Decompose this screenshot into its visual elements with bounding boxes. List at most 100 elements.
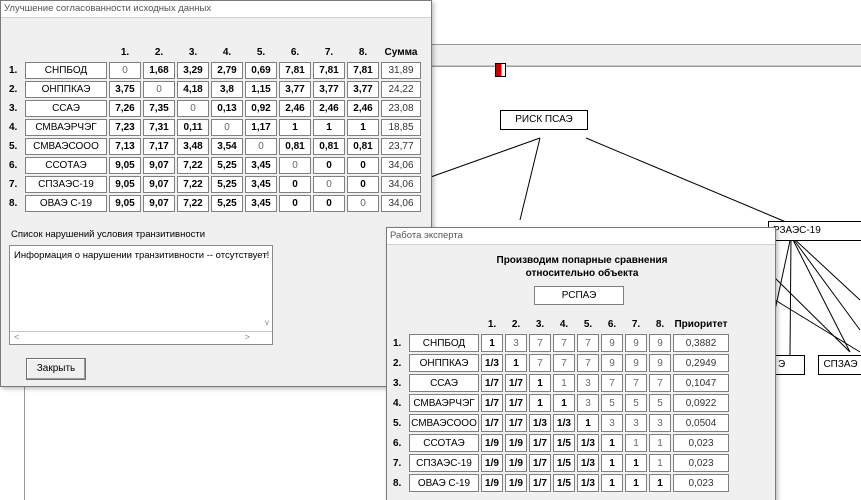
matrix-cell[interactable]: 0 [279, 195, 311, 212]
matrix-cell[interactable]: 3,77 [313, 81, 345, 98]
comparison-cell[interactable]: 3 [577, 394, 599, 412]
comparison-cell[interactable]: 1/7 [529, 434, 551, 452]
comparison-cell[interactable]: 1/9 [505, 454, 527, 472]
comparison-cell[interactable]: 1/3 [553, 414, 575, 432]
comparison-cell[interactable]: 7 [577, 354, 599, 372]
matrix-cell[interactable]: 9,05 [109, 176, 141, 193]
scroll-up-arrow-icon[interactable]: ^ [265, 252, 269, 261]
matrix-cell[interactable]: 0 [313, 176, 345, 193]
comparison-cell[interactable]: 1/7 [481, 374, 503, 392]
comparison-cell[interactable]: 1 [529, 394, 551, 412]
comparison-cell[interactable]: 1/5 [553, 434, 575, 452]
comparison-cell[interactable]: 1/9 [505, 474, 527, 492]
comparison-cell[interactable]: 9 [625, 354, 647, 372]
comparison-cell[interactable]: 7 [529, 334, 551, 352]
comparison-cell[interactable]: 1/7 [505, 414, 527, 432]
matrix-cell[interactable]: 0 [313, 157, 345, 174]
comparison-cell[interactable]: 1/7 [529, 474, 551, 492]
tree-node-bottom-partial[interactable]: Э [776, 355, 805, 375]
matrix-cell[interactable]: 0 [109, 62, 141, 79]
comparison-cell[interactable]: 7 [529, 354, 551, 372]
comparison-cell[interactable]: 5 [601, 394, 623, 412]
comparison-cell[interactable]: 1/5 [553, 454, 575, 472]
matrix-cell[interactable]: 7,17 [143, 138, 175, 155]
comparison-cell[interactable]: 1 [601, 474, 623, 492]
matrix-cell[interactable]: 0,92 [245, 100, 277, 117]
matrix-cell[interactable]: 0,69 [245, 62, 277, 79]
matrix-cell[interactable]: 5,25 [211, 176, 243, 193]
comparison-cell[interactable]: 9 [649, 334, 671, 352]
matrix-cell[interactable]: 1,68 [143, 62, 175, 79]
comparison-cell[interactable]: 1/7 [505, 374, 527, 392]
comparison-cell[interactable]: 1 [553, 374, 575, 392]
comparison-cell[interactable]: 1 [625, 434, 647, 452]
matrix-cell[interactable]: 0,81 [279, 138, 311, 155]
violations-list[interactable]: Информация о нарушении транзитивности --… [9, 245, 273, 345]
scroll-down-arrow-icon[interactable]: v [265, 318, 269, 327]
matrix-cell[interactable]: 3,45 [245, 176, 277, 193]
matrix-cell[interactable]: 1 [279, 119, 311, 136]
matrix-cell[interactable]: 0 [347, 176, 379, 193]
matrix-cell[interactable]: 9,05 [109, 195, 141, 212]
matrix-cell[interactable]: 7,81 [347, 62, 379, 79]
comparison-cell[interactable]: 7 [601, 374, 623, 392]
matrix-cell[interactable]: 0,81 [347, 138, 379, 155]
comparison-cell[interactable]: 1/9 [481, 474, 503, 492]
matrix-cell[interactable]: 7,31 [143, 119, 175, 136]
matrix-cell[interactable]: 3,45 [245, 157, 277, 174]
comparison-cell[interactable]: 1/3 [577, 474, 599, 492]
comparison-cell[interactable]: 3 [505, 334, 527, 352]
comparison-cell[interactable]: 1 [601, 434, 623, 452]
comparison-cell[interactable]: 1 [505, 354, 527, 372]
comparison-cell[interactable]: 1 [481, 334, 503, 352]
matrix-cell[interactable]: 0,81 [313, 138, 345, 155]
matrix-cell[interactable]: 7,35 [143, 100, 175, 117]
comparison-cell[interactable]: 1 [625, 474, 647, 492]
matrix-cell[interactable]: 3,54 [211, 138, 243, 155]
comparison-cell[interactable]: 1/7 [481, 394, 503, 412]
tree-node-right[interactable]: РЗАЭС-19 [768, 221, 861, 241]
comparison-cell[interactable]: 7 [553, 354, 575, 372]
comparison-cell[interactable]: 5 [625, 394, 647, 412]
matrix-cell[interactable]: 0 [177, 100, 209, 117]
comparison-cell[interactable]: 3 [649, 414, 671, 432]
matrix-cell[interactable]: 7,23 [109, 119, 141, 136]
matrix-cell[interactable]: 3,77 [347, 81, 379, 98]
comparison-cell[interactable]: 7 [577, 334, 599, 352]
comparison-cell[interactable]: 1 [577, 414, 599, 432]
matrix-cell[interactable]: 7,22 [177, 157, 209, 174]
matrix-cell[interactable]: 2,46 [313, 100, 345, 117]
comparison-cell[interactable]: 1/3 [529, 414, 551, 432]
matrix-cell[interactable]: 0 [143, 81, 175, 98]
matrix-cell[interactable]: 3,45 [245, 195, 277, 212]
tree-node-root[interactable]: РИСК ПСАЭ [500, 110, 588, 130]
comparison-cell[interactable]: 1/7 [481, 414, 503, 432]
comparison-cell[interactable]: 1/5 [553, 474, 575, 492]
comparison-cell[interactable]: 3 [577, 374, 599, 392]
matrix-cell[interactable]: 7,13 [109, 138, 141, 155]
comparison-cell[interactable]: 1 [649, 454, 671, 472]
matrix-cell[interactable]: 0 [279, 176, 311, 193]
matrix-cell[interactable]: 2,46 [279, 100, 311, 117]
horizontal-scrollbar[interactable]: < > [10, 331, 272, 344]
matrix-cell[interactable]: 3,8 [211, 81, 243, 98]
matrix-cell[interactable]: 0 [347, 195, 379, 212]
matrix-cell[interactable]: 0,11 [177, 119, 209, 136]
matrix-cell[interactable]: 7,81 [313, 62, 345, 79]
matrix-cell[interactable]: 2,46 [347, 100, 379, 117]
comparison-cell[interactable]: 1 [601, 454, 623, 472]
comparison-cell[interactable]: 1 [649, 434, 671, 452]
matrix-cell[interactable]: 0 [313, 195, 345, 212]
matrix-cell[interactable]: 0 [211, 119, 243, 136]
matrix-cell[interactable]: 3,75 [109, 81, 141, 98]
matrix-cell[interactable]: 7,26 [109, 100, 141, 117]
comparison-cell[interactable]: 9 [601, 354, 623, 372]
matrix-cell[interactable]: 9,07 [143, 195, 175, 212]
matrix-cell[interactable]: 9,07 [143, 157, 175, 174]
comparison-cell[interactable]: 1/7 [505, 394, 527, 412]
comparison-cell[interactable]: 9 [649, 354, 671, 372]
matrix-cell[interactable]: 1 [313, 119, 345, 136]
comparison-cell[interactable]: 1/9 [505, 434, 527, 452]
comparison-cell[interactable]: 1/9 [481, 434, 503, 452]
matrix-cell[interactable]: 2,79 [211, 62, 243, 79]
